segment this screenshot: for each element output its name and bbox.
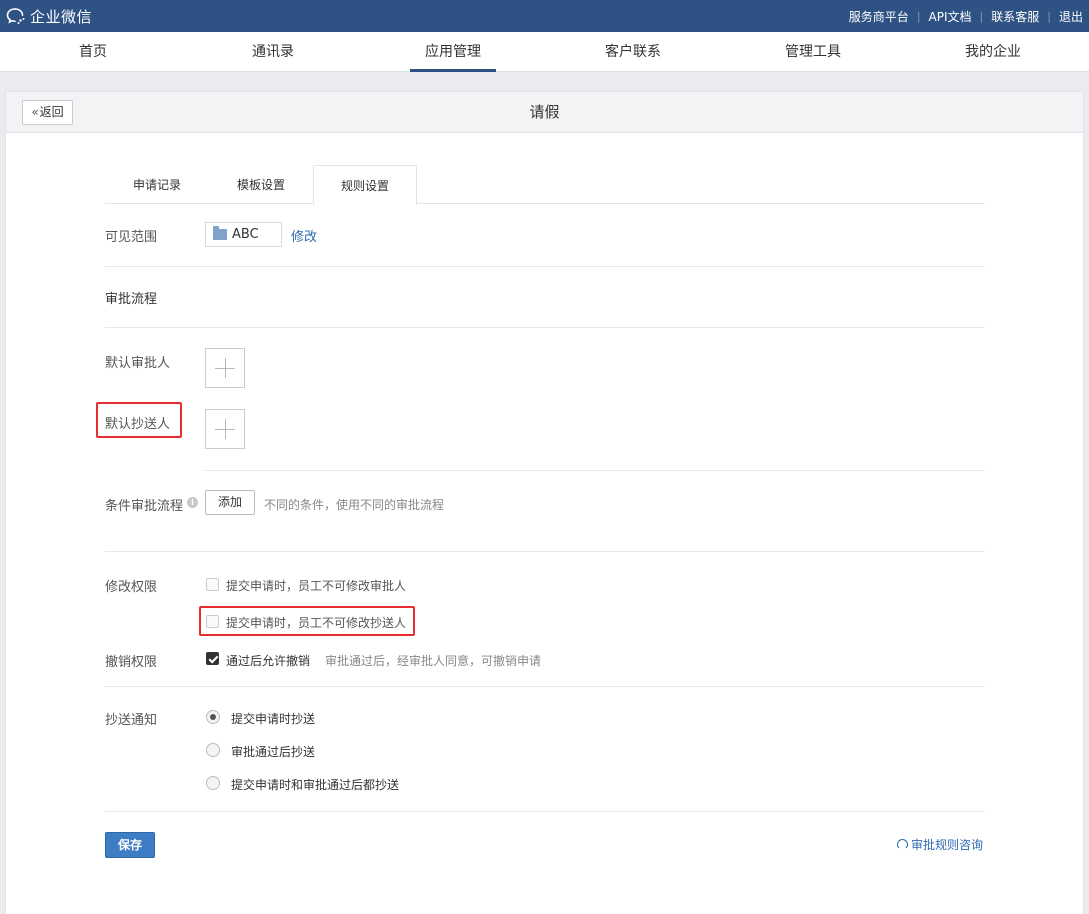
- visibility-label: 可见范围: [105, 230, 158, 245]
- divider: [105, 551, 985, 552]
- visibility-scope-value: ABC: [232, 227, 259, 242]
- divider: [105, 686, 985, 687]
- headset-icon: [896, 839, 908, 850]
- consult-label: 审批规则咨询: [910, 838, 983, 852]
- link-contact-support[interactable]: 联系客服: [991, 8, 1039, 25]
- lock-approver-checkbox[interactable]: [206, 578, 219, 591]
- divider: [205, 470, 985, 471]
- logo-text: 企业微信: [30, 7, 93, 26]
- visibility-scope-chip: ABC: [205, 222, 282, 247]
- divider: [105, 327, 985, 328]
- double-chevron-left-icon: «: [31, 105, 39, 119]
- tab-rule-settings[interactable]: 规则设置: [313, 165, 417, 205]
- tab-bar: 申请记录 模板设置 规则设置: [105, 165, 985, 205]
- allow-revoke-checkbox[interactable]: [206, 652, 219, 665]
- cc-on-both-radio[interactable]: [206, 776, 220, 790]
- nav-contacts[interactable]: 通讯录: [218, 32, 328, 72]
- info-icon[interactable]: i: [187, 497, 198, 508]
- lock-approver-label: 提交申请时，员工不可修改审批人: [226, 579, 407, 593]
- nav-home[interactable]: 首页: [38, 32, 148, 72]
- page-title: 请假: [529, 103, 560, 121]
- content-panel: 请假 «返回 申请记录 模板设置 规则设置 可见范围 ABC 修改 审批流程 默…: [5, 91, 1084, 914]
- approval-flow-heading: 审批流程: [105, 292, 158, 307]
- nav-customer-contact[interactable]: 客户联系: [578, 32, 688, 72]
- lock-cc-label: 提交申请时，员工不可修改抄送人: [226, 616, 407, 630]
- main-nav: 首页 通讯录 应用管理 客户联系 管理工具 我的企业: [0, 32, 1089, 72]
- edit-visibility-link[interactable]: 修改: [291, 226, 317, 245]
- cc-on-approve-radio[interactable]: [206, 743, 220, 757]
- save-button[interactable]: 保存: [105, 832, 155, 858]
- default-approver-label: 默认审批人: [105, 356, 171, 371]
- nav-my-enterprise[interactable]: 我的企业: [938, 32, 1048, 72]
- cc-on-submit-label: 提交申请时抄送: [231, 712, 316, 726]
- panel-header: 请假 «返回: [6, 92, 1083, 133]
- link-service-platform[interactable]: 服务商平台: [849, 8, 909, 25]
- divider: [105, 266, 985, 267]
- cc-on-submit-radio[interactable]: [206, 710, 220, 724]
- add-cc-button[interactable]: [205, 409, 245, 449]
- lock-cc-checkbox[interactable]: [206, 615, 219, 628]
- separator: |: [979, 9, 984, 23]
- highlight-box: [96, 402, 182, 438]
- back-button-label: 返回: [39, 105, 64, 119]
- link-api-docs[interactable]: API文档: [929, 8, 972, 25]
- revoke-hint: 审批通过后，经审批人同意，可撤销申请: [325, 654, 542, 668]
- link-logout[interactable]: 退出: [1059, 8, 1083, 25]
- tab-template-settings[interactable]: 模板设置: [209, 165, 313, 204]
- logo[interactable]: 企业微信: [6, 6, 92, 26]
- nav-management-tools[interactable]: 管理工具: [758, 32, 868, 72]
- top-links: 服务商平台 | API文档 | 联系客服 | 退出: [849, 0, 1083, 32]
- cc-on-both-label: 提交申请时和审批通过后都抄送: [231, 778, 400, 792]
- edit-permission-label: 修改权限: [105, 580, 158, 595]
- divider: [105, 811, 985, 812]
- allow-revoke-label: 通过后允许撤销: [226, 654, 311, 668]
- back-button[interactable]: «返回: [22, 100, 73, 125]
- folder-icon: [213, 226, 227, 240]
- conditional-flow-label: 条件审批流程: [105, 499, 184, 514]
- cc-notify-label: 抄送通知: [105, 713, 158, 728]
- approval-rules-consult-link[interactable]: 审批规则咨询: [896, 836, 983, 853]
- revoke-permission-label: 撤销权限: [105, 655, 158, 670]
- wecom-logo-icon: [6, 7, 26, 25]
- conditional-flow-hint: 不同的条件，使用不同的审批流程: [264, 498, 445, 512]
- cc-on-approve-label: 审批通过后抄送: [231, 745, 316, 759]
- add-condition-button[interactable]: 添加: [205, 490, 255, 515]
- tab-application-records[interactable]: 申请记录: [105, 165, 209, 204]
- separator: |: [1047, 9, 1051, 23]
- add-approver-button[interactable]: [205, 348, 245, 388]
- separator: |: [916, 9, 921, 23]
- nav-app-management[interactable]: 应用管理: [398, 32, 508, 72]
- top-bar: 企业微信 服务商平台 | API文档 | 联系客服 | 退出: [0, 0, 1089, 32]
